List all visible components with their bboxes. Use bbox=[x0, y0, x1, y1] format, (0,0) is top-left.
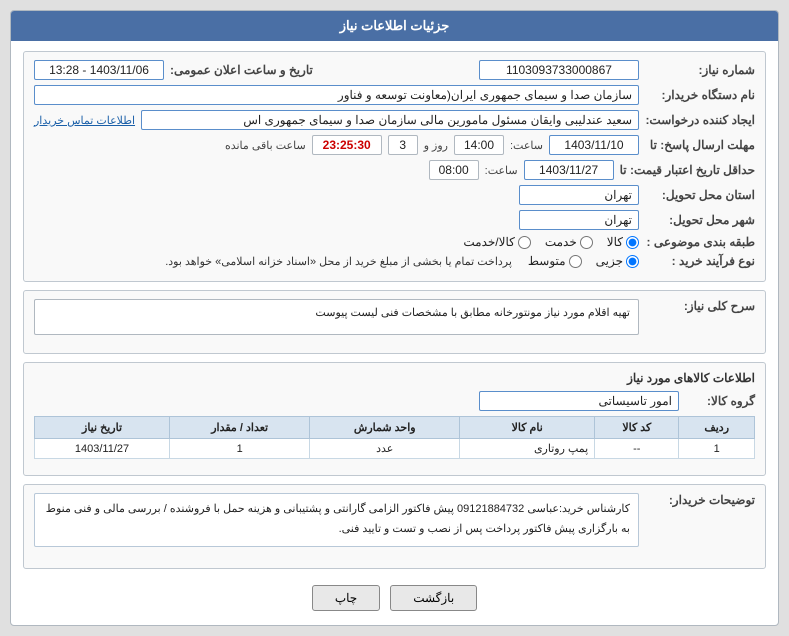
kala-info-title: اطلاعات کالاهای مورد نیاز bbox=[34, 371, 755, 385]
tarikh-label: تاریخ و ساعت اعلان عمومی: bbox=[170, 63, 313, 77]
col-radif: ردیف bbox=[679, 417, 755, 439]
ijad-konande-value: سعید عندلیبی وایقان مسئول مامورین مالی س… bbox=[141, 110, 639, 130]
col-tedad: تعداد / مقدار bbox=[170, 417, 310, 439]
shahr-value: تهران bbox=[519, 210, 639, 230]
nav-note: پرداخت تمام یا بخشی از مبلغ خرید از محل … bbox=[165, 255, 512, 268]
hadaqal-label: حداقل تاریخ اعتبار قیمت: تا bbox=[620, 163, 755, 177]
tarikh-value: 1403/11/06 - 13:28 bbox=[34, 60, 164, 80]
tabaqe-radio-group: کالا خدمت کالا/خدمت bbox=[463, 235, 639, 249]
sharh-value: تهیه اقلام مورد نیاز مونتورخانه مطابق با… bbox=[34, 299, 639, 335]
mohlat-saat-label: ساعت: bbox=[510, 139, 543, 152]
nav-label: نوع فرآیند خرید : bbox=[645, 254, 755, 268]
description-value: کارشناس خرید:عباسی 09121884732 پیش فاکتو… bbox=[34, 493, 639, 547]
col-name: نام کالا bbox=[460, 417, 595, 439]
goroh-label: گروه کالا: bbox=[685, 394, 755, 408]
tabaqe-kala-khedmat[interactable]: کالا/خدمت bbox=[463, 235, 530, 249]
goroh-value: امور تاسیساتی bbox=[479, 391, 679, 411]
nav-radio-group: جزیی متوسط bbox=[528, 254, 639, 268]
mohlat-countdown: 23:25:30 bbox=[312, 135, 382, 155]
mohlat-ersal-label: مهلت ارسال پاسخ: تا bbox=[645, 138, 755, 152]
col-kod: کد کالا bbox=[595, 417, 679, 439]
cell-radif: 1 bbox=[679, 439, 755, 459]
shahr-label: شهر محل تحویل: bbox=[645, 213, 755, 227]
ostan-value: تهران bbox=[519, 185, 639, 205]
mohlat-mande-label: ساعت باقی مانده bbox=[225, 139, 306, 152]
sharh-label: سرح کلی نیاز: bbox=[645, 299, 755, 313]
nav-jozii[interactable]: جزیی bbox=[596, 254, 639, 268]
ostan-label: استان محل تحویل: bbox=[645, 188, 755, 202]
shomare-niaz-value: 1103093733000867 bbox=[479, 60, 639, 80]
hadaqal-date: 1403/11/27 bbox=[524, 160, 614, 180]
cell-vahed: عدد bbox=[310, 439, 460, 459]
tabaqe-kala[interactable]: کالا bbox=[607, 235, 639, 249]
hadaqal-saat-label: ساعت: bbox=[485, 164, 518, 177]
col-tarikh: تاریخ نیاز bbox=[35, 417, 170, 439]
nam-dastgah-label: نام دستگاه خریدار: bbox=[645, 88, 755, 102]
hadaqal-saat: 08:00 bbox=[429, 160, 479, 180]
cell-tarikh: 1403/11/27 bbox=[35, 439, 170, 459]
action-buttons: بازگشت چاپ bbox=[23, 577, 766, 615]
description-label: توضیحات خریدار: bbox=[645, 493, 755, 507]
ijad-konande-label: ایجاد کننده درخواست: bbox=[645, 113, 755, 127]
cell-kod: -- bbox=[595, 439, 679, 459]
tabaqe-khedmat[interactable]: خدمت bbox=[545, 235, 593, 249]
table-row: 1 -- پمپ روتاری عدد 1 1403/11/27 bbox=[35, 439, 755, 459]
tabaqe-label: طبقه بندی موضوعی : bbox=[645, 235, 755, 249]
shomare-niaz-label: شماره نیاز: bbox=[645, 63, 755, 77]
mohlat-date: 1403/11/10 bbox=[549, 135, 639, 155]
nav-motavasset[interactable]: متوسط bbox=[528, 254, 582, 268]
cell-tedad: 1 bbox=[170, 439, 310, 459]
page-title: جزئیات اطلاعات نیاز bbox=[11, 11, 778, 41]
mohlat-saat: 14:00 bbox=[454, 135, 504, 155]
items-table: ردیف کد کالا نام کالا واحد شمارش تعداد /… bbox=[34, 416, 755, 459]
cell-name: پمپ روتاری bbox=[460, 439, 595, 459]
mohlat-rooz-label: روز و bbox=[424, 139, 448, 152]
col-vahed: واحد شمارش bbox=[310, 417, 460, 439]
tamas-link[interactable]: اطلاعات تماس خریدار bbox=[34, 114, 135, 127]
mohlat-rooz: 3 bbox=[388, 135, 418, 155]
nam-dastgah-value: سازمان صدا و سیمای جمهوری ایران(معاونت ت… bbox=[34, 85, 639, 105]
